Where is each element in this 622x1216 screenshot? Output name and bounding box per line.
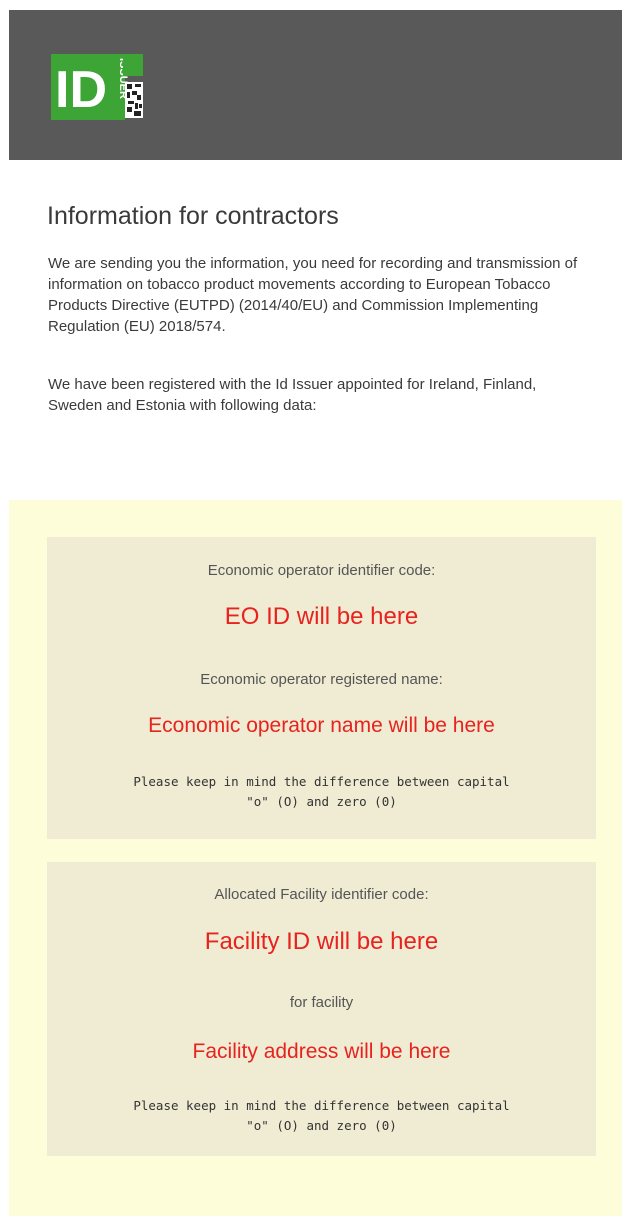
eo-name-value: Economic operator name will be here: [148, 714, 495, 737]
intro-paragraph: We are sending you the information, you …: [48, 255, 578, 335]
email-card: ID ISSUER Information for contractors We…: [9, 10, 622, 1216]
eo-id-value: EO ID will be here: [224, 603, 419, 630]
for-facility-label: for facility: [289, 994, 354, 1011]
registration-data-section: Economic operator identifier code: EO ID…: [9, 500, 622, 1216]
page-title: Information for contractors: [47, 202, 339, 230]
capital-o-note-line-2: "o" (O) and zero (0): [246, 1118, 397, 1133]
capital-o-note-line-1: Please keep in mind the difference betwe…: [133, 774, 510, 789]
facility-box: Allocated Facility identifier code: Faci…: [47, 862, 596, 1156]
intro-section: Information for contractors We are sendi…: [9, 160, 622, 500]
svg-text:ID: ID: [55, 61, 107, 119]
facility-id-value: Facility ID will be here: [204, 928, 439, 955]
registration-paragraph: We have been registered with the Id Issu…: [48, 376, 537, 414]
capital-o-note-line-1: Please keep in mind the difference betwe…: [133, 1098, 510, 1113]
economic-operator-box: Economic operator identifier code: EO ID…: [47, 537, 596, 839]
header-bar: ID ISSUER: [9, 10, 622, 160]
eo-name-label: Economic operator registered name:: [200, 671, 443, 688]
facility-id-label: Allocated Facility identifier code:: [214, 886, 429, 903]
capital-o-note-line-2: "o" (O) and zero (0): [246, 794, 397, 809]
eo-id-label: Economic operator identifier code:: [207, 562, 436, 579]
page-background: ID ISSUER Information for contractors We…: [0, 0, 622, 1216]
id-issuer-logo: ID ISSUER: [51, 52, 151, 122]
facility-address-value: Facility address will be here: [192, 1040, 451, 1063]
